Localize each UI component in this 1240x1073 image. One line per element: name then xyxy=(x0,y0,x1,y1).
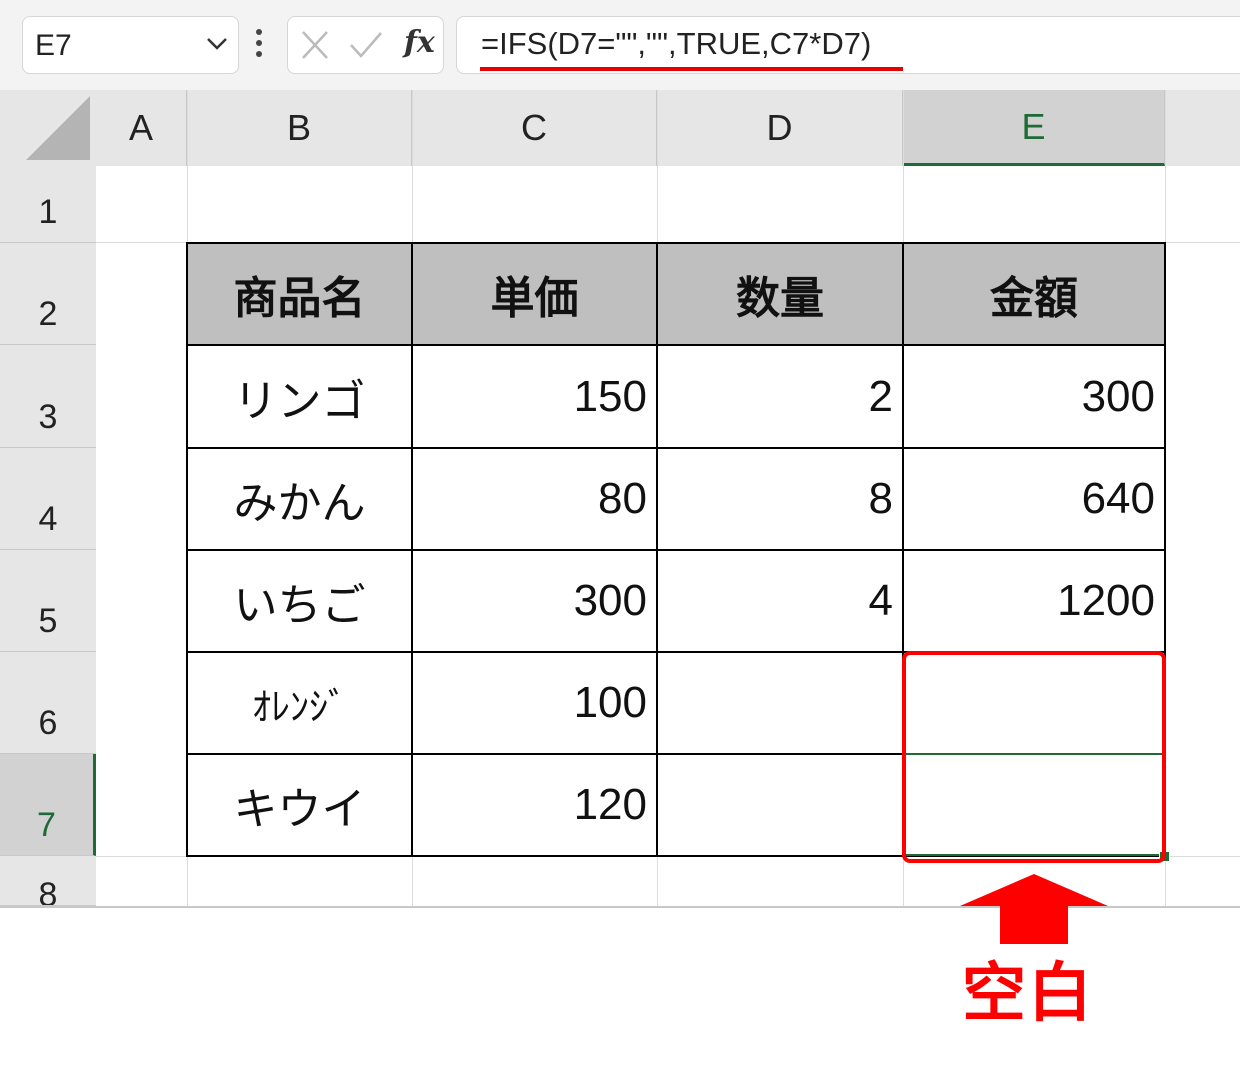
cell-price[interactable]: 300 xyxy=(412,550,657,652)
cell-qty[interactable] xyxy=(657,652,903,754)
column-header-d[interactable]: D xyxy=(657,90,903,166)
arrow-up-icon xyxy=(960,874,1108,944)
cell-name[interactable]: みかん xyxy=(187,448,412,550)
row-header-1[interactable]: 1 xyxy=(0,166,96,243)
formula-input[interactable]: =IFS(D7="","",TRUE,C7*D7) xyxy=(456,16,1240,74)
cell-price[interactable]: 120 xyxy=(412,754,657,856)
table-border xyxy=(186,242,1166,244)
cell-qty[interactable]: 4 xyxy=(657,550,903,652)
header-product-name[interactable]: 商品名 xyxy=(187,243,412,345)
row-header-3[interactable]: 3 xyxy=(0,345,96,448)
cell-qty[interactable]: 2 xyxy=(657,345,903,448)
cell-name[interactable]: ｵﾚﾝｼﾞ xyxy=(187,652,412,754)
select-all-corner[interactable] xyxy=(0,90,96,166)
row-header-7[interactable]: 7 xyxy=(0,754,96,856)
cancel-icon[interactable] xyxy=(300,29,330,61)
row-header-8[interactable]: 8 xyxy=(0,856,96,906)
blank-annotation-label: 空白 xyxy=(962,957,1094,1029)
header-amount[interactable]: 金額 xyxy=(903,243,1165,345)
cell-qty[interactable]: 8 xyxy=(657,448,903,550)
column-header-e[interactable]: E xyxy=(903,90,1165,166)
cell-amount[interactable]: 300 xyxy=(903,345,1165,448)
name-box[interactable]: E7 xyxy=(22,16,239,74)
column-header-c[interactable]: C xyxy=(412,90,657,166)
table-border xyxy=(656,242,658,857)
cell-name[interactable]: キウイ xyxy=(187,754,412,856)
row-header-4[interactable]: 4 xyxy=(0,448,96,550)
more-options-icon[interactable] xyxy=(255,28,263,58)
cell-price[interactable]: 150 xyxy=(412,345,657,448)
cell-qty[interactable] xyxy=(657,754,903,856)
highlight-box xyxy=(902,651,1166,863)
enter-icon[interactable] xyxy=(348,29,384,61)
table-border xyxy=(411,242,413,857)
table-border xyxy=(186,242,188,857)
cell-name[interactable]: リンゴ xyxy=(187,345,412,448)
cell-amount[interactable]: 640 xyxy=(903,448,1165,550)
column-header-b[interactable]: B xyxy=(187,90,412,166)
chevron-down-icon[interactable] xyxy=(206,37,228,51)
formula-text: =IFS(D7="","",TRUE,C7*D7) xyxy=(481,26,872,61)
insert-function-icon[interactable]: fx xyxy=(404,25,435,60)
column-header-f[interactable] xyxy=(1165,90,1240,166)
table-border xyxy=(186,344,1166,346)
table-border xyxy=(186,447,1166,449)
row-header-2[interactable]: 2 xyxy=(0,243,96,345)
row-header-6[interactable]: 6 xyxy=(0,652,96,754)
header-unit-price[interactable]: 単価 xyxy=(412,243,657,345)
cell-amount[interactable]: 1200 xyxy=(903,550,1165,652)
header-quantity[interactable]: 数量 xyxy=(657,243,903,345)
formula-bar: E7 fx =IFS(D7="","",TRUE,C7*D7) xyxy=(0,0,1240,90)
cell-price[interactable]: 80 xyxy=(412,448,657,550)
cell-name[interactable]: いちご xyxy=(187,550,412,652)
name-box-value: E7 xyxy=(35,29,72,62)
row-header-5[interactable]: 5 xyxy=(0,550,96,652)
table-border xyxy=(186,549,1166,551)
formula-underline xyxy=(480,67,903,71)
cell-price[interactable]: 100 xyxy=(412,652,657,754)
column-header-a[interactable]: A xyxy=(96,90,187,166)
formula-buttons: fx xyxy=(287,16,444,74)
select-all-triangle-icon xyxy=(26,96,90,160)
